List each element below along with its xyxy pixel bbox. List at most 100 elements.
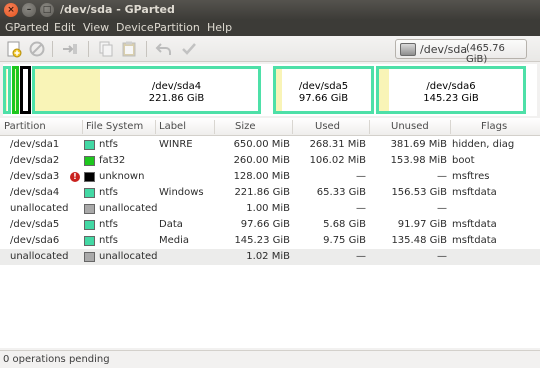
device-size: (465.76 GiB)	[466, 43, 505, 65]
flags-cell: boot	[452, 155, 475, 166]
size-cell: 221.86 GiB	[234, 187, 290, 198]
filesystem-cell: ntfs	[99, 235, 118, 246]
diskmap-partition-sda4[interactable]: /dev/sda4 221.86 GiB	[32, 66, 261, 114]
diskmap-partition-sda5[interactable]: /dev/sda5 97.66 GiB	[273, 66, 374, 114]
unused-cell: 381.69 MiB	[390, 139, 447, 150]
table-row[interactable]: /dev/sda5 ntfs Data 97.66 GiB 5.68 GiB 91.97 …	[0, 217, 540, 233]
flags-cell: msftdata	[452, 235, 497, 246]
label-cell: Data	[159, 219, 183, 230]
unused-cell: 135.48 GiB	[391, 235, 447, 246]
flags-cell: hidden, diag	[452, 139, 515, 150]
table-row[interactable]: /dev/sda3! unknown 128.00 MiB — — msftres	[0, 169, 540, 185]
table-row[interactable]: /dev/sda6 ntfs Media 145.23 GiB 9.75 GiB 135.…	[0, 233, 540, 249]
col-divider	[214, 120, 215, 134]
maximize-button[interactable]: □	[40, 3, 54, 17]
size-cell: 1.02 MiB	[246, 251, 290, 262]
table-row[interactable]: /dev/sda4 ntfs Windows 221.86 GiB 65.33 GiB 1…	[0, 185, 540, 201]
device-selector[interactable]: /dev/sda (465.76 GiB)	[395, 39, 527, 65]
undo-icon[interactable]	[155, 40, 173, 58]
hard-disk-icon	[400, 43, 416, 56]
col-used[interactable]: Used	[315, 121, 340, 132]
resize-move-icon[interactable]	[61, 40, 79, 58]
diskmap-partition-sda1[interactable]	[3, 66, 11, 114]
menu-device[interactable]: Device	[116, 21, 154, 34]
diskmap-partition-sda2[interactable]	[12, 66, 19, 114]
filesystem-color-swatch	[84, 188, 95, 198]
unused-cell: —	[437, 171, 447, 182]
menu-edit[interactable]: Edit	[54, 21, 75, 34]
diskmap-partition-sda6[interactable]: /dev/sda6 145.23 GiB	[376, 66, 526, 114]
new-partition-icon[interactable]	[5, 40, 23, 58]
partition-name: /dev/sda4	[151, 81, 202, 92]
diskmap-unallocated[interactable]	[263, 66, 272, 114]
paste-icon[interactable]	[120, 40, 138, 58]
size-cell: 650.00 MiB	[233, 139, 290, 150]
minimize-button[interactable]: –	[22, 3, 36, 17]
partition-name: /dev/sda6	[426, 81, 476, 92]
col-size[interactable]: Size	[235, 121, 256, 132]
col-flags[interactable]: Flags	[481, 121, 507, 132]
toolbar-separator	[52, 41, 53, 57]
unused-cell: 91.97 GiB	[397, 219, 447, 230]
size-cell: 128.00 MiB	[233, 171, 290, 182]
table-row[interactable]: /dev/sda2 fat32 260.00 MiB 106.02 MiB 153.98…	[0, 153, 540, 169]
diskmap-partition-sda3[interactable]	[20, 66, 31, 114]
col-divider	[82, 120, 83, 134]
size-cell: 97.66 GiB	[240, 219, 290, 230]
title-bar: × – □ /dev/sda - GParted	[0, 0, 540, 20]
col-divider	[369, 120, 370, 134]
filesystem-color-swatch	[84, 220, 95, 230]
col-unused[interactable]: Unused	[391, 121, 429, 132]
used-cell: —	[356, 251, 366, 262]
filesystem-color-swatch	[84, 252, 95, 262]
label-cell: Windows	[159, 187, 204, 198]
size-cell: 1.00 MiB	[246, 203, 290, 214]
minimize-icon: –	[26, 5, 32, 15]
disk-map: /dev/sda4 221.86 GiB /dev/sda5 97.66 GiB…	[3, 64, 537, 116]
close-icon: ×	[7, 5, 15, 15]
filesystem-color-swatch	[84, 172, 95, 182]
unused-cell: —	[437, 203, 447, 214]
table-row[interactable]: unallocated unallocated 1.02 MiB — —	[0, 249, 540, 265]
apply-icon[interactable]	[180, 40, 198, 58]
partition-size: 97.66 GiB	[298, 93, 349, 104]
used-cell: 65.33 GiB	[316, 187, 366, 198]
menu-partition[interactable]: Partition	[154, 21, 200, 34]
table-row[interactable]: unallocated unallocated 1.00 MiB — —	[0, 201, 540, 217]
used-cell: 5.68 GiB	[323, 219, 366, 230]
menu-view[interactable]: View	[83, 21, 109, 34]
menu-help[interactable]: Help	[207, 21, 232, 34]
table-row[interactable]: /dev/sda1 ntfs WINRE 650.00 MiB 268.31 MiB 38…	[0, 137, 540, 153]
flags-cell: msftres	[452, 171, 490, 182]
partition-cell: /dev/sda5	[10, 219, 60, 230]
filesystem-color-swatch	[84, 204, 95, 214]
delete-partition-icon[interactable]	[28, 40, 46, 58]
toolbar-separator	[88, 41, 89, 57]
col-divider	[292, 120, 293, 134]
flags-cell: msftdata	[452, 219, 497, 230]
status-text: 0 operations pending	[3, 354, 110, 365]
partition-cell: /dev/sda1	[10, 139, 60, 150]
filesystem-cell: unknown	[99, 171, 145, 182]
filesystem-cell: unallocated	[99, 251, 158, 262]
partition-cell: unallocated	[10, 251, 69, 262]
partition-cell: /dev/sda4	[10, 187, 60, 198]
partition-table: Partition File System Label Size Used Un…	[0, 118, 540, 348]
partition-size: 145.23 GiB	[423, 93, 479, 104]
window-title: /dev/sda - GParted	[60, 3, 175, 16]
partition-cell: /dev/sda6	[10, 235, 60, 246]
device-name: /dev/sda	[420, 43, 468, 56]
used-cell: 268.31 MiB	[309, 139, 366, 150]
partition-cell: /dev/sda3	[10, 171, 60, 182]
filesystem-cell: ntfs	[99, 139, 118, 150]
close-button[interactable]: ×	[4, 3, 18, 17]
diskmap-unallocated[interactable]	[527, 66, 535, 114]
filesystem-cell: ntfs	[99, 187, 118, 198]
unused-cell: 153.98 MiB	[390, 155, 447, 166]
copy-icon[interactable]	[97, 40, 115, 58]
col-partition[interactable]: Partition	[4, 121, 46, 132]
col-label[interactable]: Label	[159, 121, 186, 132]
menu-gparted[interactable]: GParted	[5, 21, 49, 34]
col-file-system[interactable]: File System	[86, 121, 143, 132]
partition-cell: unallocated	[10, 203, 69, 214]
